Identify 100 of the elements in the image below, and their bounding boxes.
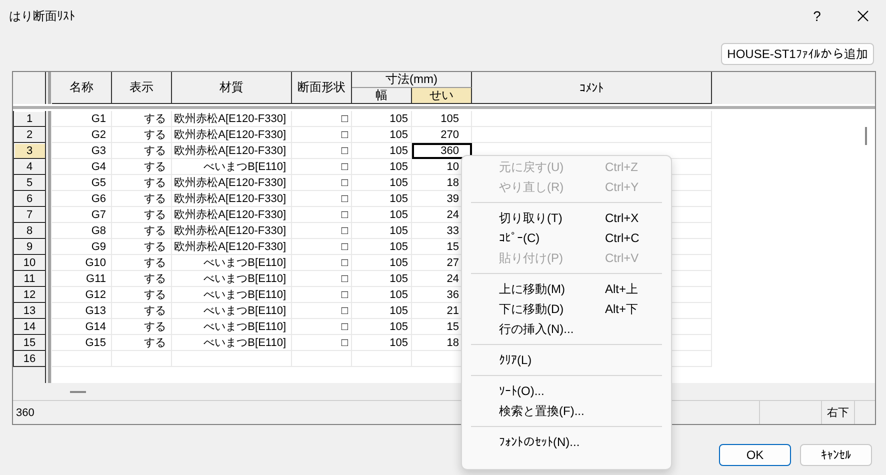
row-header[interactable]: 13: [13, 303, 46, 319]
table-cell: する: [112, 111, 172, 127]
table-cell: する: [112, 175, 172, 191]
row-header[interactable]: 5: [13, 175, 46, 191]
row-header[interactable]: 16: [13, 351, 46, 367]
row-header[interactable]: 11: [13, 271, 46, 287]
row-header[interactable]: 9: [13, 239, 46, 255]
table-cell: 360: [412, 143, 472, 159]
table-cell: G1: [52, 111, 112, 127]
table-cell: 欧州赤松A[E120-F330]: [172, 239, 292, 255]
row-header[interactable]: 3: [13, 143, 46, 159]
import-button[interactable]: HOUSE-ST1ﾌｧｲﾙから追加: [721, 43, 874, 65]
table-cell: する: [112, 255, 172, 271]
table-cell: べいまつB[E110]: [172, 159, 292, 175]
table-cell: 105: [352, 207, 412, 223]
row-header[interactable]: 1: [13, 111, 46, 127]
cancel-button[interactable]: ｷｬﾝｾﾙ: [800, 444, 872, 466]
help-button[interactable]: ?: [794, 8, 840, 24]
row-header[interactable]: 6: [13, 191, 46, 207]
menu-item[interactable]: 検索と置換(F)...: [466, 401, 667, 421]
table-cell: G7: [52, 207, 112, 223]
table-cell: G5: [52, 175, 112, 191]
table-cell: 105: [352, 111, 412, 127]
menu-item[interactable]: ｸﾘｱ(L): [466, 350, 667, 370]
table-cell: 105: [352, 287, 412, 303]
table-cell: する: [112, 239, 172, 255]
table-cell: べいまつB[E110]: [172, 271, 292, 287]
scrollbar-thumb[interactable]: [865, 127, 867, 145]
table-cell: □: [292, 271, 352, 287]
column-header[interactable]: せい: [412, 88, 472, 104]
table-cell: G9: [52, 239, 112, 255]
table-cell: □: [292, 335, 352, 351]
table-cell: する: [112, 287, 172, 303]
table-cell: □: [292, 223, 352, 239]
table-cell: べいまつB[E110]: [172, 255, 292, 271]
table-cell: □: [292, 159, 352, 175]
table-cell: 105: [352, 319, 412, 335]
table-cell: □: [292, 127, 352, 143]
table-cell: G8: [52, 223, 112, 239]
row-header[interactable]: 15: [13, 335, 46, 351]
table-cell: □: [292, 111, 352, 127]
table-cell: 105: [352, 335, 412, 351]
table-cell: □: [292, 319, 352, 335]
table-cell: □: [292, 303, 352, 319]
table-cell: □: [292, 287, 352, 303]
table-cell: G4: [52, 159, 112, 175]
table-cell: □: [292, 175, 352, 191]
table-cell: 欧州赤松A[E120-F330]: [172, 223, 292, 239]
table-cell: G14: [52, 319, 112, 335]
table-cell: □: [292, 207, 352, 223]
table-cell: 105: [352, 223, 412, 239]
table-cell: 105: [352, 127, 412, 143]
table-cell: 欧州赤松A[E120-F330]: [172, 143, 292, 159]
menu-item[interactable]: ﾌｫﾝﾄのｾｯﾄ(N)...: [466, 432, 667, 452]
table-cell: 270: [412, 127, 472, 143]
table-cell: べいまつB[E110]: [172, 335, 292, 351]
table-cell: G3: [52, 143, 112, 159]
table-cell: □: [292, 143, 352, 159]
table-cell: 105: [412, 111, 472, 127]
table-cell: 105: [352, 191, 412, 207]
table-cell: 欧州赤松A[E120-F330]: [172, 175, 292, 191]
table-cell: 105: [352, 239, 412, 255]
row-header[interactable]: 7: [13, 207, 46, 223]
table-cell: する: [112, 271, 172, 287]
table-cell: □: [292, 255, 352, 271]
table-cell: する: [112, 335, 172, 351]
table-cell: 105: [352, 143, 412, 159]
status-position: 右下: [821, 401, 854, 424]
table-cell: する: [112, 303, 172, 319]
table-cell: 105: [352, 255, 412, 271]
table-cell: □: [292, 191, 352, 207]
table-cell: G2: [52, 127, 112, 143]
table-cell: する: [112, 143, 172, 159]
table-cell: 欧州赤松A[E120-F330]: [172, 207, 292, 223]
window-title: はり断面ﾘｽﾄ: [9, 8, 76, 24]
table-cell: する: [112, 159, 172, 175]
ok-button[interactable]: OK: [719, 444, 791, 466]
row-header[interactable]: 12: [13, 287, 46, 303]
table-cell: □: [292, 239, 352, 255]
table-cell: 105: [352, 159, 412, 175]
scrollbar-thumb[interactable]: [70, 391, 86, 393]
table-cell: G13: [52, 303, 112, 319]
table-cell: する: [112, 319, 172, 335]
row-header[interactable]: 4: [13, 159, 46, 175]
table-cell: 欧州赤松A[E120-F330]: [172, 111, 292, 127]
table-cell: 105: [352, 303, 412, 319]
table-cell: する: [112, 207, 172, 223]
table-cell: べいまつB[E110]: [172, 287, 292, 303]
row-header[interactable]: 8: [13, 223, 46, 239]
table-cell: 105: [352, 175, 412, 191]
row-header[interactable]: 10: [13, 255, 46, 271]
table-cell: G11: [52, 271, 112, 287]
table-cell: G10: [52, 255, 112, 271]
close-icon[interactable]: [857, 10, 869, 22]
table-cell: べいまつB[E110]: [172, 303, 292, 319]
table-cell: G15: [52, 335, 112, 351]
table-cell: する: [112, 191, 172, 207]
row-header[interactable]: 2: [13, 127, 46, 143]
row-header[interactable]: 14: [13, 319, 46, 335]
table-cell: する: [112, 223, 172, 239]
